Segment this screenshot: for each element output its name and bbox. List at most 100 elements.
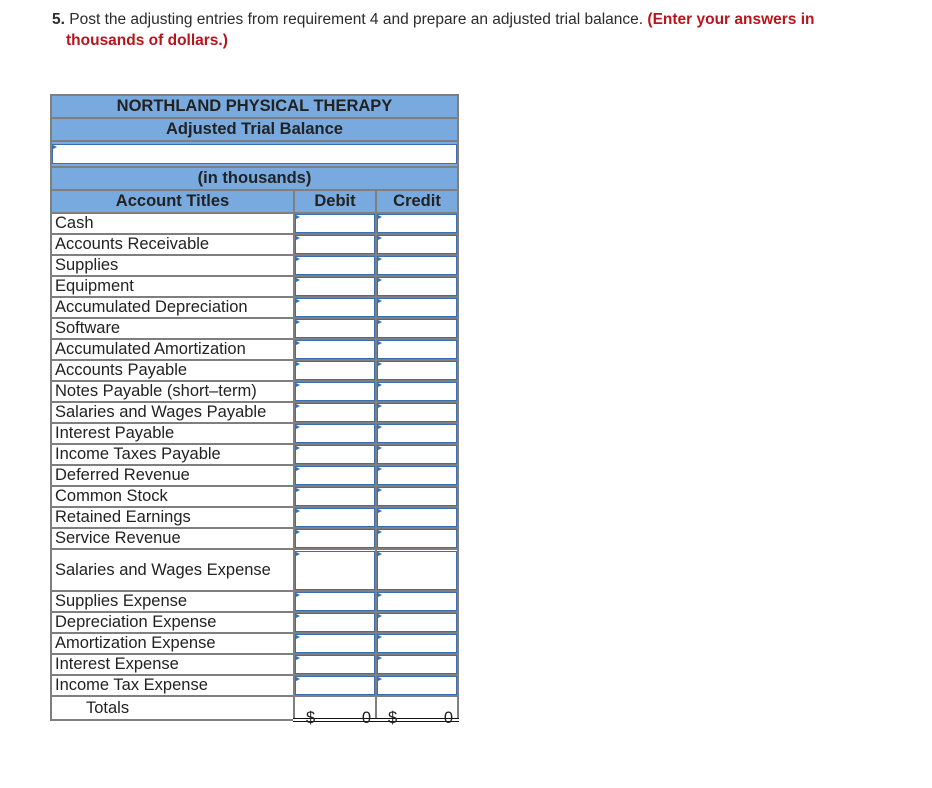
total-debit: $0: [293, 695, 377, 727]
credit-input[interactable]: [377, 676, 457, 695]
totals-row: Totals $0 $0: [50, 695, 459, 727]
credit-input[interactable]: [377, 613, 457, 632]
table-row: Depreciation Expense: [50, 611, 459, 634]
total-credit-value: 0: [443, 708, 453, 727]
debit-input[interactable]: [295, 340, 375, 359]
debit-cell: [293, 653, 377, 676]
debit-cell: [293, 212, 377, 235]
debit-input[interactable]: [295, 361, 375, 380]
debit-cell: [293, 527, 377, 550]
credit-cell: [375, 548, 459, 592]
debit-input[interactable]: [295, 424, 375, 443]
currency-symbol: $: [306, 708, 316, 727]
debit-input[interactable]: [295, 382, 375, 401]
debit-input[interactable]: [295, 214, 375, 233]
table-row: Retained Earnings: [50, 506, 459, 529]
table-row: Common Stock: [50, 485, 459, 508]
credit-input[interactable]: [377, 403, 457, 422]
credit-input[interactable]: [377, 592, 457, 611]
debit-cell: [293, 401, 377, 424]
account-title: Accounts Payable: [50, 359, 295, 382]
totals-label: Totals: [50, 695, 295, 721]
table-row: Amortization Expense: [50, 632, 459, 655]
debit-input[interactable]: [295, 592, 375, 611]
debit-cell: [293, 380, 377, 403]
account-title: Accumulated Amortization: [50, 338, 295, 361]
credit-input[interactable]: [377, 319, 457, 338]
company-name: NORTHLAND PHYSICAL THERAPY: [50, 94, 459, 119]
credit-input[interactable]: [377, 466, 457, 485]
account-title: Deferred Revenue: [50, 464, 295, 487]
debit-cell: [293, 338, 377, 361]
credit-cell: [375, 317, 459, 340]
question-text: Post the adjusting entries from requirem…: [69, 11, 644, 28]
debit-cell: [293, 485, 377, 508]
debit-input[interactable]: [295, 550, 375, 590]
table-row: Equipment: [50, 275, 459, 298]
credit-input[interactable]: [377, 550, 457, 590]
debit-input[interactable]: [295, 487, 375, 506]
credit-input[interactable]: [377, 277, 457, 296]
account-title: Amortization Expense: [50, 632, 295, 655]
debit-input[interactable]: [295, 676, 375, 695]
debit-input[interactable]: [295, 466, 375, 485]
units-label: (in thousands): [50, 166, 459, 191]
credit-cell: [375, 653, 459, 676]
credit-input[interactable]: [377, 634, 457, 653]
account-title: Salaries and Wages Payable: [50, 401, 295, 424]
table-row: Income Taxes Payable: [50, 443, 459, 466]
credit-input[interactable]: [377, 298, 457, 317]
credit-cell: [375, 338, 459, 361]
credit-input[interactable]: [377, 655, 457, 674]
question-prompt: 5. Post the adjusting entries from requi…: [52, 9, 922, 51]
debit-cell: [293, 359, 377, 382]
total-credit: $0: [375, 695, 459, 727]
credit-input[interactable]: [377, 382, 457, 401]
debit-input[interactable]: [295, 277, 375, 296]
credit-cell: [375, 275, 459, 298]
table-row: Accumulated Depreciation: [50, 296, 459, 319]
debit-input[interactable]: [295, 403, 375, 422]
date-input[interactable]: [52, 144, 457, 164]
table-row: Interest Expense: [50, 653, 459, 676]
table-row: Service Revenue: [50, 527, 459, 550]
credit-input[interactable]: [377, 445, 457, 464]
debit-input[interactable]: [295, 235, 375, 254]
credit-input[interactable]: [377, 424, 457, 443]
credit-input[interactable]: [377, 214, 457, 233]
debit-cell: [293, 233, 377, 256]
credit-input[interactable]: [377, 235, 457, 254]
account-title: Software: [50, 317, 295, 340]
credit-input[interactable]: [377, 361, 457, 380]
credit-cell: [375, 611, 459, 634]
adjusted-trial-balance-table: NORTHLAND PHYSICAL THERAPY Adjusted Tria…: [50, 94, 459, 727]
credit-input[interactable]: [377, 256, 457, 275]
credit-cell: [375, 401, 459, 424]
table-row: Interest Payable: [50, 422, 459, 445]
debit-input[interactable]: [295, 319, 375, 338]
debit-input[interactable]: [295, 508, 375, 527]
credit-input[interactable]: [377, 340, 457, 359]
debit-input[interactable]: [295, 445, 375, 464]
credit-input[interactable]: [377, 508, 457, 527]
debit-input[interactable]: [295, 298, 375, 317]
debit-input[interactable]: [295, 655, 375, 674]
debit-input[interactable]: [295, 613, 375, 632]
debit-cell: [293, 590, 377, 613]
credit-cell: [375, 233, 459, 256]
debit-input[interactable]: [295, 529, 375, 548]
table-row: Salaries and Wages Expense: [50, 548, 459, 592]
credit-input[interactable]: [377, 487, 457, 506]
credit-input[interactable]: [377, 529, 457, 548]
debit-input[interactable]: [295, 634, 375, 653]
account-title: Common Stock: [50, 485, 295, 508]
credit-cell: [375, 674, 459, 697]
account-title: Cash: [50, 212, 295, 235]
credit-cell: [375, 590, 459, 613]
total-debit-value: 0: [361, 708, 371, 727]
debit-input[interactable]: [295, 256, 375, 275]
credit-cell: [375, 506, 459, 529]
date-cell: [50, 140, 459, 168]
debit-cell: [293, 254, 377, 277]
column-header-credit: Credit: [375, 189, 459, 214]
